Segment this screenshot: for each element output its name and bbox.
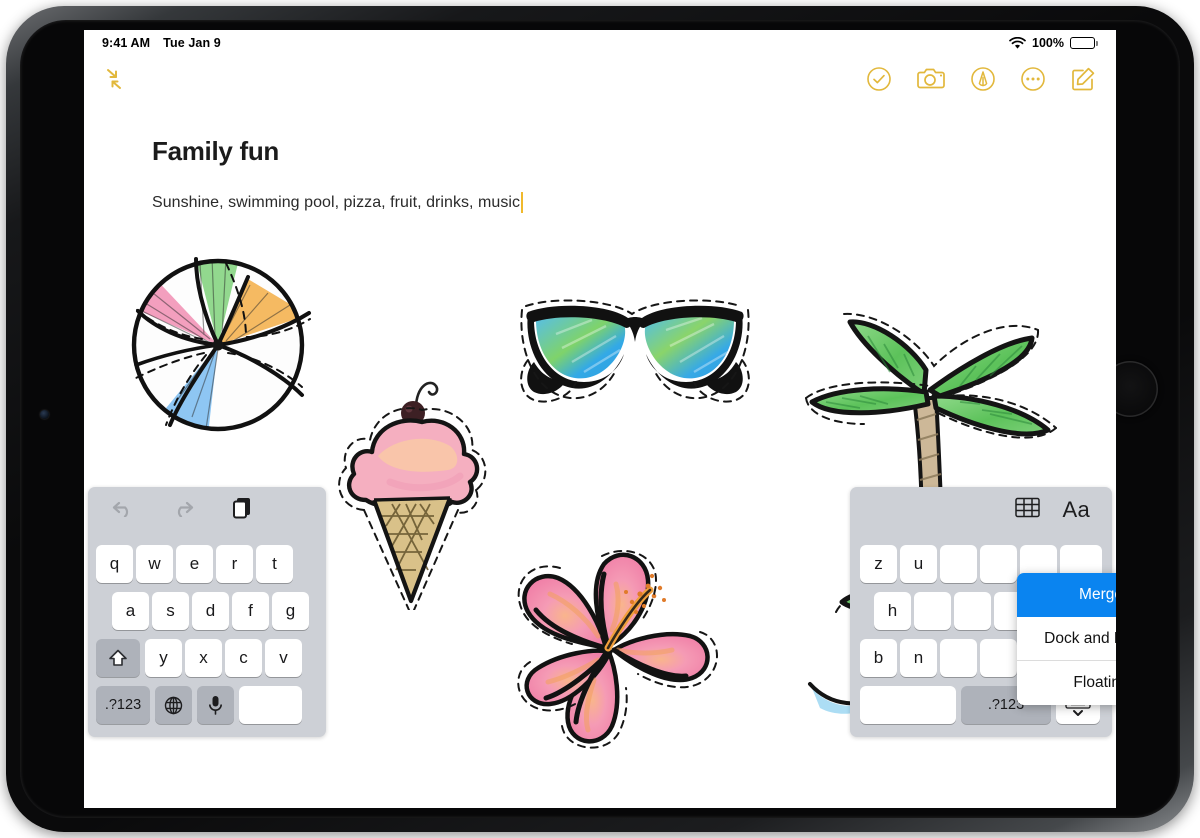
key-hidden-2[interactable] [980, 545, 1017, 583]
markup-button[interactable] [970, 66, 996, 97]
ipad-device: 9:41 AM Tue Jan 9 100% Family fun Sunshi… [0, 0, 1200, 838]
keyboard-mode-menu[interactable]: Merge Dock and Merge Floating [1017, 573, 1116, 705]
status-bar-left: 9:41 AM Tue Jan 9 [102, 36, 221, 50]
space-key-right[interactable] [860, 686, 956, 724]
menu-item-dock-and-merge[interactable]: Dock and Merge [1017, 617, 1116, 661]
hibiscus-flower-sticker[interactable] [490, 549, 730, 761]
status-time: 9:41 AM [102, 36, 151, 50]
key-d[interactable]: d [192, 592, 229, 630]
battery-percent: 100% [1032, 36, 1064, 50]
key-hidden-10[interactable] [980, 639, 1017, 677]
ice-cream-cone-sticker[interactable] [330, 364, 492, 615]
note-text[interactable]: Sunshine, swimming pool, pizza, fruit, d… [152, 192, 524, 213]
beach-ball-sticker[interactable] [122, 253, 316, 442]
key-hidden-1[interactable] [940, 545, 977, 583]
globe-icon[interactable] [155, 686, 192, 724]
undo-arrow-icon[interactable] [112, 499, 134, 522]
key-n[interactable]: n [900, 639, 937, 677]
text-format-button[interactable]: Aa [1062, 497, 1090, 523]
key-z[interactable]: z [860, 545, 897, 583]
redo-arrow-icon[interactable] [172, 499, 194, 522]
paste-documents-icon[interactable] [232, 497, 252, 524]
status-bar-right: 100% [1009, 36, 1098, 50]
status-date: Tue Jan 9 [163, 36, 221, 50]
microphone-icon[interactable] [197, 686, 234, 724]
numbers-key-left[interactable]: .?123 [96, 686, 150, 724]
page-title: Family fun [152, 136, 280, 166]
key-q[interactable]: q [96, 545, 133, 583]
key-y[interactable]: y [145, 639, 182, 677]
screen: 9:41 AM Tue Jan 9 100% Family fun Sunshi… [84, 30, 1116, 808]
key-e[interactable]: e [176, 545, 213, 583]
key-hidden-9[interactable] [940, 639, 977, 677]
status-bar: 9:41 AM Tue Jan 9 100% [84, 30, 1116, 56]
wifi-icon [1009, 36, 1026, 50]
key-w[interactable]: w [136, 545, 173, 583]
table-grid-icon[interactable] [1015, 497, 1041, 523]
keyboard-left-toolbar [88, 487, 326, 533]
key-a[interactable]: a [112, 592, 149, 630]
text-caret [521, 192, 524, 213]
key-t[interactable]: t [256, 545, 293, 583]
notes-toolbar [84, 56, 1116, 106]
menu-item-floating[interactable]: Floating [1017, 661, 1116, 705]
key-b[interactable]: b [860, 639, 897, 677]
keyboard-right-toolbar: Aa [850, 487, 1112, 533]
sunglasses-sticker[interactable] [520, 298, 750, 411]
key-g[interactable]: g [272, 592, 309, 630]
more-button[interactable] [1020, 66, 1046, 97]
key-f[interactable]: f [232, 592, 269, 630]
key-x[interactable]: x [185, 639, 222, 677]
keyboard-left-half[interactable]: q w e r t a s d f g y x c v .?123 [88, 487, 326, 737]
menu-item-merge[interactable]: Merge [1017, 573, 1116, 617]
key-hidden-6[interactable] [954, 592, 991, 630]
space-key-left[interactable] [239, 686, 302, 724]
key-v[interactable]: v [265, 639, 302, 677]
collapse-arrows-icon[interactable] [104, 67, 130, 96]
shift-key[interactable] [96, 639, 140, 677]
key-u[interactable]: u [900, 545, 937, 583]
key-c[interactable]: c [225, 639, 262, 677]
compose-button[interactable] [1070, 66, 1096, 97]
note-text-value: Sunshine, swimming pool, pizza, fruit, d… [152, 193, 521, 211]
front-camera [40, 410, 49, 419]
key-h[interactable]: h [874, 592, 911, 630]
checklist-button[interactable] [866, 66, 892, 97]
camera-button[interactable] [916, 66, 946, 97]
battery-icon [1070, 37, 1098, 49]
key-r[interactable]: r [216, 545, 253, 583]
key-hidden-5[interactable] [914, 592, 951, 630]
key-s[interactable]: s [152, 592, 189, 630]
toolbar-actions [866, 66, 1096, 97]
